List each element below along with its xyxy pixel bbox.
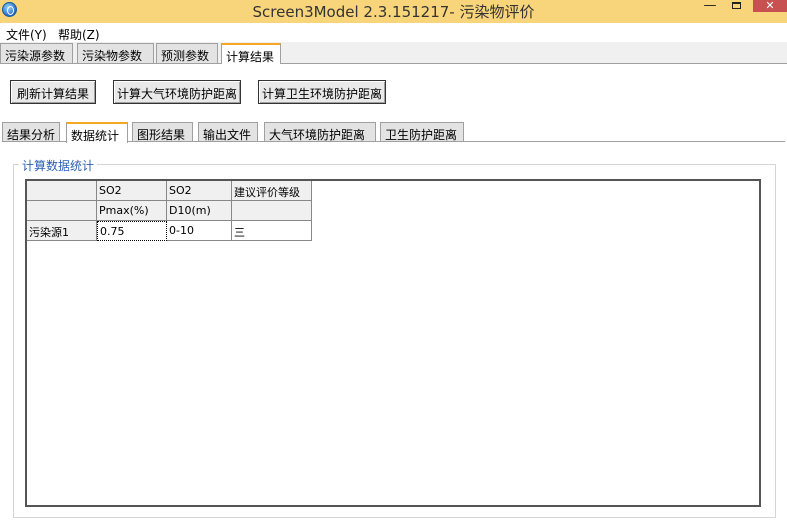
header-level-sub [232,201,312,221]
sub-tab-strip: 结果分析 数据统计 图形结果 输出文件 大气环境防护距离 卫生防护距离 [0,122,787,143]
statistics-grid[interactable]: SO2 SO2 建议评价等级 Pmax(%) D10(m) 污染源1 0.75 … [25,179,761,507]
tab-data-statistics[interactable]: 数据统计 [66,122,128,143]
header-level: 建议评价等级 [232,181,312,201]
tab-graph-results[interactable]: 图形结果 [132,122,193,142]
statistics-group-title: 计算数据统计 [19,157,98,174]
tab-output-file[interactable]: 输出文件 [198,122,258,142]
title-bar: Screen3Model 2.3.151217- 污染物评价 — ✕ [0,0,787,23]
tab-results[interactable]: 计算结果 [221,43,281,64]
tab-result-analysis[interactable]: 结果分析 [2,122,60,142]
grid-corner-cell [27,181,97,201]
header-d10-unit: D10(m) [167,201,232,221]
header-pmax-unit: Pmax(%) [97,201,167,221]
minimize-button[interactable]: — [703,0,717,14]
tab-prediction[interactable]: 预测参数 [156,43,218,63]
cell-d10[interactable]: 0-10 [167,221,232,241]
menu-help[interactable]: 帮助(Z) [58,26,100,43]
maximize-icon [731,2,741,9]
row-header-source[interactable]: 污染源1 [27,221,97,241]
tab-pollution-source[interactable]: 污染源参数 [0,43,73,63]
tab-pollutant[interactable]: 污染物参数 [77,43,154,63]
menu-file[interactable]: 文件(Y) [6,26,47,43]
sanitary-distance-button[interactable]: 计算卫生环境防护距离 [258,80,386,104]
maximize-button[interactable] [729,0,743,14]
main-tab-strip: 污染源参数 污染物参数 预测参数 计算结果 [0,43,787,64]
window-title: Screen3Model 2.3.151217- 污染物评价 [252,3,535,21]
tab-atmospheric-distance[interactable]: 大气环境防护距离 [264,122,376,142]
atmospheric-distance-button[interactable]: 计算大气环境防护距离 [113,80,241,104]
refresh-results-button[interactable]: 刷新计算结果 [10,80,96,104]
close-button[interactable]: ✕ [753,0,787,12]
cell-level[interactable]: 三 [232,221,312,241]
cell-pmax[interactable]: 0.75 [97,221,167,241]
header-so2-pmax: SO2 [97,181,167,201]
grid-corner-cell-2 [27,201,97,221]
menu-bar: 文件(Y) 帮助(Z) [0,23,787,42]
header-so2-d10: SO2 [167,181,232,201]
tab-sanitary-distance[interactable]: 卫生防护距离 [380,122,464,142]
